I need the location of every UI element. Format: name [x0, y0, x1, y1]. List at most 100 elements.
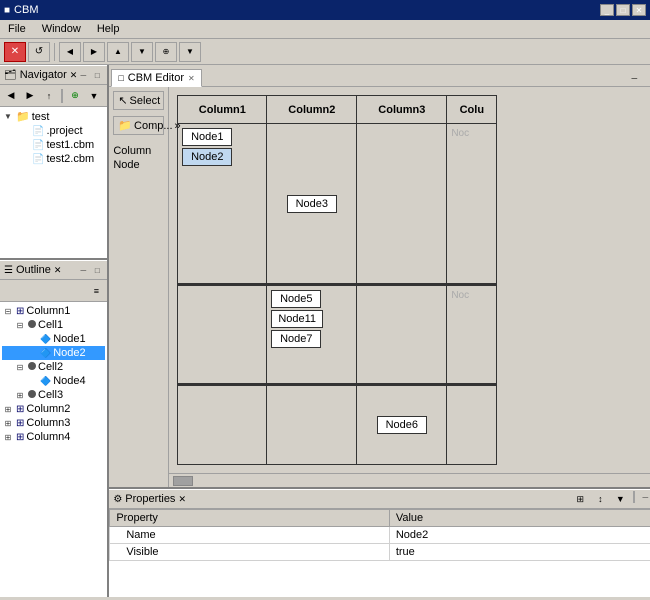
dropdown-btn[interactable]: ▼ — [179, 42, 201, 62]
nav-collapse-btn[interactable]: ◀ — [2, 88, 20, 104]
outline-node1[interactable]: 🔷 Node1 — [2, 332, 105, 346]
properties-icon: ⚙ — [113, 494, 122, 505]
outline-cell3-label: Cell3 — [38, 389, 63, 401]
outline-cell2[interactable]: ⊟ Cell2 — [2, 360, 105, 374]
main-content: 🗂 Navigator ✕ ─ □ ◀ ▶ ↑ ⊕ ▼ — [0, 65, 650, 597]
nav-expand-btn[interactable]: ▶ — [21, 88, 39, 104]
minimize-button[interactable]: _ — [600, 4, 614, 16]
cbm-col2-cell2: Node5 Node11 Node7 — [267, 284, 356, 384]
outline-cell1[interactable]: ⊟ Cell1 — [2, 318, 105, 332]
nav-dd-btn[interactable]: ▼ — [85, 88, 103, 104]
menu-window[interactable]: Window — [38, 22, 85, 36]
comp-label: Comp... — [134, 120, 173, 132]
expander-col3[interactable]: ⊞ — [2, 417, 14, 429]
expander-cell3[interactable]: ⊞ — [14, 389, 26, 401]
main-toolbar: ✕ ↺ ◀ ▶ ▲ ▼ ⊕ ▼ — [0, 39, 650, 65]
props-btn2[interactable]: ↕ — [591, 491, 609, 507]
navigator-maximize-btn[interactable]: □ — [91, 69, 103, 81]
cbm-node-1[interactable]: Node1 — [182, 128, 232, 146]
props-btn1[interactable]: ⊞ — [571, 491, 589, 507]
cbm-grid: Column1 Node1 Node2 — [169, 87, 650, 473]
close-toolbar-btn[interactable]: ✕ — [4, 42, 26, 62]
right-panel: □ CBM Editor ✕ ─ □ ↖ Select — [109, 65, 650, 597]
cbm-node-6[interactable]: Node6 — [377, 416, 427, 434]
expander-test[interactable]: ▼ — [2, 111, 14, 123]
maximize-button[interactable]: □ — [616, 4, 630, 16]
outline-collapse-btn[interactable]: ≡ — [87, 283, 105, 299]
nav-home-btn[interactable]: ▼ — [131, 42, 153, 62]
props-name-value[interactable]: Node2 — [389, 527, 650, 544]
cbm-column-2: Column2 Node3 Node5 Node11 Node7 — [267, 95, 357, 465]
navigator-tree: ▼ 📁 test 📄 .project 📄 test1.cbm 📄 — [0, 107, 107, 258]
outline-column1[interactable]: ⊟ ⊞ Column1 — [2, 304, 105, 318]
props-minimize-btn[interactable]: ─ — [639, 491, 650, 503]
cbm-node-2[interactable]: Node2 — [182, 148, 232, 166]
properties-close-icon[interactable]: ✕ — [178, 494, 186, 505]
menu-help[interactable]: Help — [93, 22, 124, 36]
editor-tab-cbm[interactable]: □ CBM Editor ✕ — [111, 69, 201, 87]
cbm-col2-cell3 — [267, 384, 356, 464]
expander-col2[interactable]: ⊞ — [2, 403, 14, 415]
comp-btn[interactable]: 📁 Comp... » — [113, 116, 164, 135]
outline-column4[interactable]: ⊞ ⊞ Column4 — [2, 430, 105, 444]
outline-close-icon[interactable]: ✕ — [54, 265, 62, 276]
expander-cell1[interactable]: ⊟ — [14, 319, 26, 331]
outline-minimize-btn[interactable]: ─ — [77, 264, 89, 276]
nav-tree-item-test2[interactable]: 📄 test2.cbm — [2, 152, 105, 166]
node-icon-1: 🔷 — [40, 334, 51, 345]
editor-min-btn[interactable]: ─ — [625, 70, 643, 86]
tab-close-btn[interactable]: ✕ — [188, 74, 195, 83]
outline-cell3[interactable]: ⊞ Cell3 — [2, 388, 105, 402]
navigator-panel: 🗂 Navigator ✕ ─ □ ◀ ▶ ↑ ⊕ ▼ — [0, 65, 107, 260]
outline-node2[interactable]: 🔷 Node2 — [2, 346, 105, 360]
cbm-node-3[interactable]: Node3 — [287, 195, 337, 213]
refresh-btn[interactable]: ↺ — [28, 42, 50, 62]
nav-tree-item-project[interactable]: 📄 .project — [2, 124, 105, 138]
add-btn[interactable]: ⊕ — [155, 42, 177, 62]
cbm-col4-header: Colu — [447, 96, 496, 124]
cbm-col4-cell1: Noc — [447, 124, 496, 284]
expander-cell2[interactable]: ⊟ — [14, 361, 26, 373]
cbm-col1-cell1: Node1 Node2 — [178, 124, 266, 284]
navigator-minimize-btn[interactable]: ─ — [77, 69, 89, 81]
cbm-node-5[interactable]: Node5 — [271, 290, 321, 308]
nav-link-btn[interactable]: ⊕ — [66, 88, 84, 104]
node-icon-2: 🔷 — [40, 348, 51, 359]
props-row-name: Name Node2 — [110, 527, 650, 544]
nav-back-btn[interactable]: ◀ — [59, 42, 81, 62]
outline-node1-label: Node1 — [53, 333, 85, 345]
properties-panel: ⚙ Properties ✕ ⊞ ↕ ▼ ─ □ Proper — [109, 489, 650, 597]
props-btn3[interactable]: ▼ — [611, 491, 629, 507]
outline-column3[interactable]: ⊞ ⊞ Column3 — [2, 416, 105, 430]
expander-node1 — [26, 333, 38, 345]
close-button[interactable]: ✕ — [632, 4, 646, 16]
outline-node4[interactable]: 🔷 Node4 — [2, 374, 105, 388]
cursor-icon: ↖ — [118, 94, 127, 107]
cbm-node-11[interactable]: Node11 — [271, 310, 323, 328]
editor-max-btn[interactable]: □ — [645, 70, 650, 86]
col4-partial-node1: Noc — [451, 128, 469, 139]
app-title: CBM — [14, 4, 38, 16]
props-visible-value[interactable]: true — [389, 544, 650, 561]
nav-tree-item-test1[interactable]: 📄 test1.cbm — [2, 138, 105, 152]
navigator-close-icon[interactable]: ✕ — [70, 70, 78, 81]
expander-col1[interactable]: ⊟ — [2, 305, 14, 317]
cbm-node-7[interactable]: Node7 — [271, 330, 321, 348]
outline-maximize-btn[interactable]: □ — [91, 264, 103, 276]
app-icon: ■ — [4, 5, 10, 16]
select-tool-btn[interactable]: ↖ Select — [113, 91, 164, 110]
nav-up2-btn[interactable]: ↑ — [40, 88, 58, 104]
left-panel: 🗂 Navigator ✕ ─ □ ◀ ▶ ↑ ⊕ ▼ — [0, 65, 109, 597]
nav-tree-item-test[interactable]: ▼ 📁 test — [2, 109, 105, 124]
cbm-col4-cell2: Noc — [447, 284, 496, 384]
grid-scroll-area[interactable]: Column1 Node1 Node2 — [169, 87, 650, 487]
editor-scrollbar-h[interactable] — [169, 473, 650, 487]
nav-up-btn[interactable]: ▲ — [107, 42, 129, 62]
scrollbar-thumb[interactable] — [173, 476, 193, 486]
outline-column2[interactable]: ⊞ ⊞ Column2 — [2, 402, 105, 416]
cbm-col1-cell2 — [178, 284, 266, 384]
nav-fwd-btn[interactable]: ▶ — [83, 42, 105, 62]
expander-col4[interactable]: ⊞ — [2, 431, 14, 443]
toolbar-sep-1 — [54, 43, 55, 61]
menu-file[interactable]: File — [4, 22, 30, 36]
